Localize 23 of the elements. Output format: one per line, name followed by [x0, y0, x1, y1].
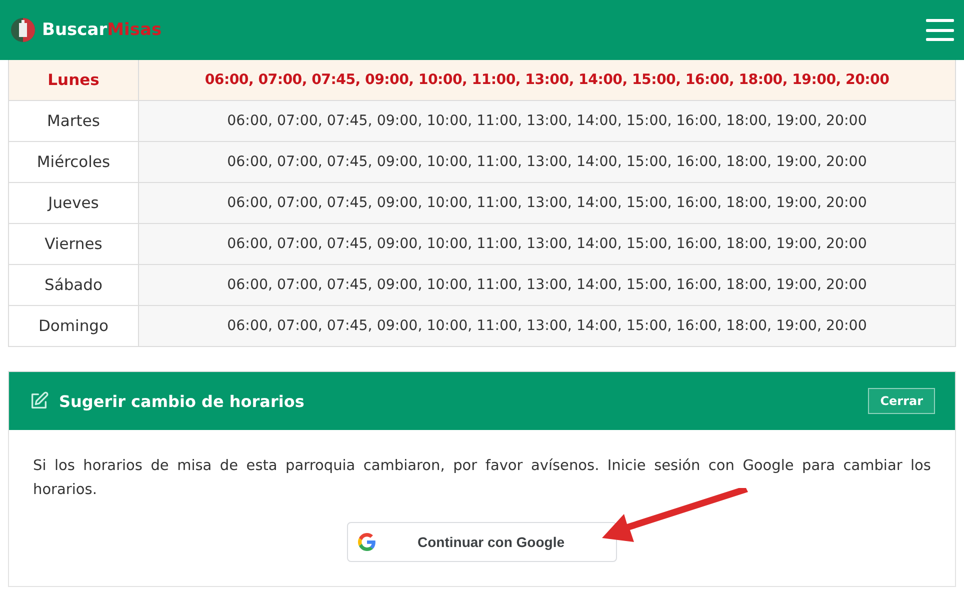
day-cell-text: Jueves [46, 193, 100, 214]
close-button[interactable]: Cerrar [868, 388, 935, 414]
day-cell-text: Lunes [46, 70, 100, 91]
day-cell-text: Domingo [38, 316, 110, 337]
google-icon [358, 533, 376, 551]
info-message: Si los horarios de misa de esta parroquia cambiaron, por favor avísenos. Inicie sesión con Google para cambiar los horarios. [33, 457, 931, 500]
day-cell-text: Martes [46, 111, 101, 132]
menu-icon[interactable] [926, 19, 954, 41]
times-cell: 06:00, 07:00, 07:45, 09:00, 10:00, 11:00, 13:00, 14:00, 15:00, 16:00, 18:00, 19:00, 20:00 [138, 101, 955, 141]
brand-name[interactable]: BuscarMisas [42, 20, 162, 40]
edit-icon [29, 391, 49, 411]
times-cell: 06:00, 07:00, 07:45, 09:00, 10:00, 11:00, 13:00, 14:00, 15:00, 16:00, 18:00, 19:00, 20:00 [138, 183, 955, 223]
times-cell: 06:00, 07:00, 07:45, 09:00, 10:00, 11:00, 13:00, 14:00, 15:00, 16:00, 18:00, 19:00, 20:00 [138, 142, 955, 182]
day-cell-text: Sábado [44, 275, 104, 296]
google-signin-button[interactable]: Continuar con Google [347, 522, 617, 562]
times-cell: 06:00, 07:00, 07:45, 09:00, 10:00, 11:00, 13:00, 14:00, 15:00, 16:00, 18:00, 19:00, 20:00 [138, 60, 955, 100]
times-cell: 06:00, 07:00, 07:45, 09:00, 10:00, 11:00, 13:00, 14:00, 15:00, 16:00, 18:00, 19:00, 20:00 [138, 265, 955, 305]
day-cell-text: Miércoles [36, 152, 112, 173]
card-title: Sugerir cambio de horarios [59, 392, 304, 410]
times-cell: 06:00, 07:00, 07:45, 09:00, 10:00, 11:00, 13:00, 14:00, 15:00, 16:00, 18:00, 19:00, 20:00 [138, 306, 955, 346]
times-cell: 06:00, 07:00, 07:45, 09:00, 10:00, 11:00, 13:00, 14:00, 15:00, 16:00, 18:00, 19:00, 20:00 [138, 224, 955, 264]
logo-icon [10, 17, 36, 43]
day-cell-text: Viernes [44, 234, 104, 255]
